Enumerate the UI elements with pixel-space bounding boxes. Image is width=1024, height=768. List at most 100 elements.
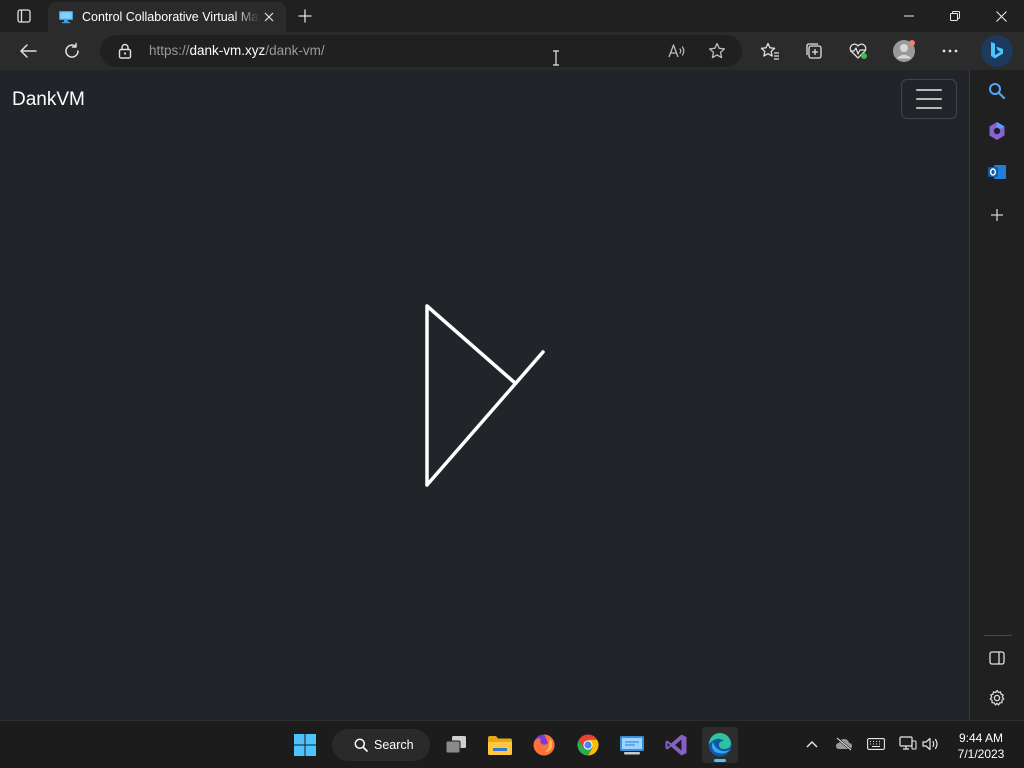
- network-button[interactable]: [897, 733, 919, 755]
- windows-logo-icon: [294, 734, 316, 756]
- tab-actions-menu-button[interactable]: [8, 4, 40, 28]
- sidebar-outlook-button[interactable]: [983, 158, 1011, 186]
- window-controls: [886, 0, 1024, 32]
- new-tab-button[interactable]: [292, 4, 318, 28]
- minimize-icon: [904, 15, 914, 17]
- gear-icon: [989, 689, 1005, 706]
- chrome-button[interactable]: [570, 727, 606, 763]
- vm-screen-canvas[interactable]: [410, 296, 560, 496]
- hamburger-line: [916, 89, 942, 91]
- read-aloud-button[interactable]: [665, 40, 689, 62]
- close-icon: [995, 10, 1007, 22]
- taskbar-search-button[interactable]: Search: [332, 729, 430, 761]
- monitor-favicon-icon: [59, 11, 73, 24]
- chrome-icon: [577, 734, 599, 756]
- show-hidden-icons-button[interactable]: [801, 733, 823, 755]
- hide-sidebar-button[interactable]: [983, 644, 1011, 672]
- settings-more-button[interactable]: [934, 35, 966, 67]
- lock-icon[interactable]: [118, 43, 132, 59]
- folder-icon: [488, 736, 512, 755]
- onedrive-status-button[interactable]: [833, 733, 855, 755]
- address-bar[interactable]: https://dank-vm.xyz/dank-vm/: [100, 35, 742, 67]
- web-page: DankVM: [0, 70, 969, 720]
- navbar-brand[interactable]: DankVM: [12, 89, 85, 111]
- active-app-indicator: [714, 759, 726, 762]
- browser-essentials-button[interactable]: [842, 35, 874, 67]
- clock-date: 7/1/2023: [957, 747, 1005, 761]
- file-explorer-button[interactable]: [482, 727, 518, 763]
- firefox-button[interactable]: [526, 727, 562, 763]
- bing-icon: [991, 42, 1003, 59]
- restore-button[interactable]: [932, 0, 978, 32]
- collections-icon: [806, 43, 822, 59]
- remote-desktop-icon: [620, 736, 644, 755]
- url-scheme: https://: [149, 43, 190, 58]
- restore-icon: [950, 11, 960, 21]
- profile-button[interactable]: [888, 35, 920, 67]
- navbar-toggle-button[interactable]: [901, 79, 957, 119]
- network-monitor-icon: [899, 736, 917, 750]
- url-host: dank-vm.xyz: [189, 43, 266, 58]
- remote-desktop-button[interactable]: [614, 727, 650, 763]
- tab-actions-icon: [17, 9, 31, 23]
- title-bar: Control Collaborative Virtual Machine: [0, 0, 1024, 32]
- sidebar-search-button[interactable]: [983, 77, 1011, 105]
- keyboard-language-button[interactable]: [865, 733, 887, 755]
- plus-icon: [991, 209, 1003, 221]
- volume-button[interactable]: [920, 733, 942, 755]
- plus-icon: [298, 9, 312, 23]
- task-view-button[interactable]: [438, 727, 474, 763]
- back-button[interactable]: [12, 35, 44, 67]
- back-arrow-icon: [20, 44, 37, 58]
- start-button[interactable]: [287, 727, 323, 763]
- copilot-icon: [989, 122, 1005, 140]
- sidebar-add-button[interactable]: [983, 201, 1011, 229]
- edge-icon: [708, 732, 732, 757]
- text-cursor-icon: [553, 50, 559, 66]
- hamburger-line: [916, 98, 942, 100]
- cloud-offline-icon: [836, 737, 852, 751]
- speaker-icon: [922, 737, 938, 751]
- search-icon: [989, 83, 1006, 100]
- browser-toolbar: https://dank-vm.xyz/dank-vm/: [0, 32, 1024, 70]
- clock-time: 9:44 AM: [958, 731, 1004, 745]
- hamburger-line: [916, 107, 942, 109]
- star-icon: [708, 42, 726, 59]
- firefox-icon: [533, 734, 555, 756]
- refresh-icon: [65, 42, 79, 58]
- url-path: /dank-vm/: [265, 43, 325, 58]
- chevron-up-icon: [806, 741, 818, 748]
- collections-button[interactable]: [798, 35, 830, 67]
- task-view-icon: [445, 736, 466, 754]
- browser-tab[interactable]: Control Collaborative Virtual Machine: [48, 2, 286, 32]
- visual-studio-icon: [665, 734, 687, 756]
- panel-icon: [989, 651, 1005, 665]
- add-favorite-button[interactable]: [705, 40, 729, 62]
- edge-taskbar-button[interactable]: [702, 727, 738, 763]
- taskbar: Search 9:44 AM 7/1/2023: [0, 720, 1024, 768]
- keyboard-icon: [867, 738, 885, 750]
- avatar: [893, 40, 915, 62]
- search-label: Search: [374, 738, 414, 752]
- sidebar-divider: [984, 635, 1012, 636]
- taskbar-clock[interactable]: 9:44 AM 7/1/2023: [948, 730, 1014, 762]
- sidebar-settings-button[interactable]: [983, 684, 1011, 712]
- bing-copilot-button[interactable]: [981, 35, 1013, 67]
- heart-pulse-icon: [849, 43, 867, 59]
- tab-title: Control Collaborative Virtual Machine: [82, 10, 260, 24]
- more-dots-icon: [942, 49, 958, 53]
- search-icon: [354, 738, 368, 752]
- close-window-button[interactable]: [978, 0, 1024, 32]
- sidebar-copilot-button[interactable]: [983, 117, 1011, 145]
- edge-sidebar: [969, 70, 1024, 720]
- favorites-button[interactable]: [754, 35, 786, 67]
- vm-cursor-glyph: [425, 304, 545, 487]
- url-text[interactable]: https://dank-vm.xyz/dank-vm/: [149, 43, 325, 58]
- refresh-button[interactable]: [56, 35, 88, 67]
- close-icon: [264, 12, 274, 22]
- minimize-button[interactable]: [886, 0, 932, 32]
- favorites-icon: [760, 42, 779, 60]
- close-tab-button[interactable]: [260, 8, 278, 26]
- read-aloud-icon: [668, 44, 685, 58]
- visual-studio-button[interactable]: [658, 727, 694, 763]
